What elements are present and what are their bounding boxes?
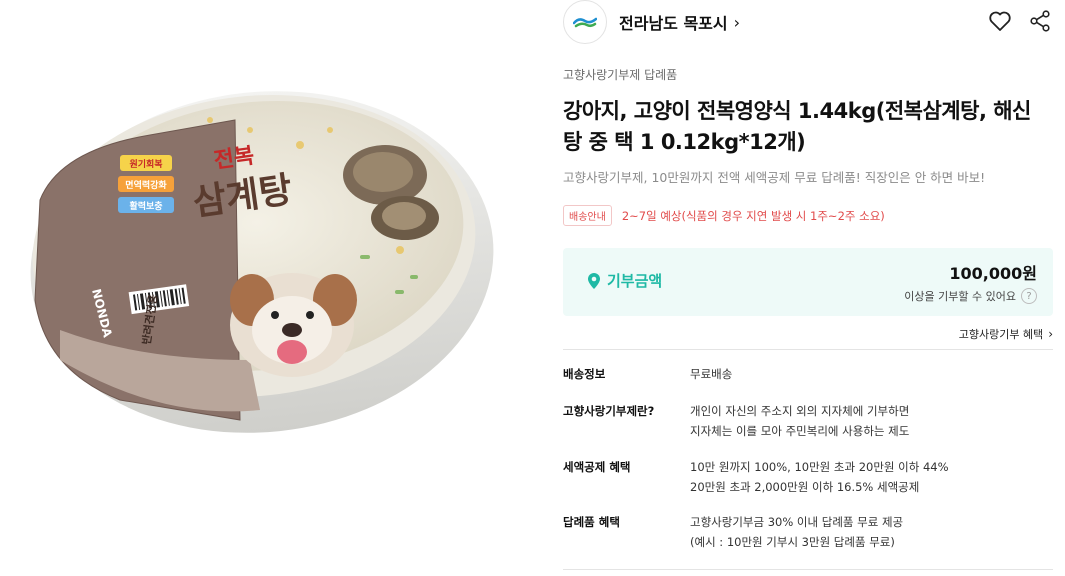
- donation-note-text: 이상을 기부할 수 있어요: [904, 290, 1016, 303]
- benefit-link[interactable]: 고향사랑기부 혜택 ›: [959, 326, 1053, 342]
- info-line: 20만원 초과 2,000만원 이하 16.5% 세액공제: [690, 480, 920, 494]
- info-label: 배송정보: [563, 367, 606, 381]
- image-tag-2: 면역력강화: [125, 179, 167, 191]
- product-image-panel: 전복 삼계탕 원기회복 면역력강화 활력보충 NONDA 반려견전용: [0, 0, 540, 576]
- divider: [563, 569, 1053, 570]
- info-value: 무료배송: [690, 364, 732, 384]
- donation-amount: 100,000원: [949, 264, 1037, 283]
- info-line: 10만 원까지 100%, 10만원 초과 20만원 이하 44%: [690, 460, 949, 474]
- top-actions: [987, 8, 1053, 34]
- info-line: 무료배송: [690, 367, 733, 381]
- seller-name: 전라남도 목포시: [619, 14, 728, 33]
- info-line: 지자체는 이를 모아 주민복리에 사용하는 제도: [690, 424, 910, 438]
- donation-note: 이상을 기부할 수 있어요 ?: [904, 288, 1037, 304]
- info-value: 10만 원까지 100%, 10만원 초과 20만원 이하 44% 20만원 초…: [690, 457, 949, 497]
- location-pin-icon: [588, 272, 600, 289]
- delivery-text: 2~7일 예상(식품의 경우 지연 발생 시 1주~2주 소요): [621, 208, 885, 223]
- product-image: 전복 삼계탕 원기회복 면역력강화 활력보충 NONDA 반려견전용: [30, 91, 494, 433]
- divider: [563, 349, 1053, 350]
- donation-label: 기부금액: [587, 270, 662, 291]
- mokpo-logo-icon: [573, 17, 597, 28]
- delivery-badge: 배송안내: [563, 205, 612, 226]
- product-detail-panel: 전라남도 목포시 › 고향사랑기부제 답례품 강아지, 고양이 전복영양식 1.…: [563, 0, 1053, 576]
- info-label: 세액공제 혜택: [563, 460, 631, 474]
- help-icon[interactable]: ?: [1021, 288, 1037, 304]
- share-icon[interactable]: [1027, 8, 1053, 34]
- info-line: 고향사랑기부금 30% 이내 답례품 무료 제공: [690, 515, 904, 529]
- info-label: 답례품 혜택: [563, 515, 620, 529]
- delivery-info: 배송안내 2~7일 예상(식품의 경우 지연 발생 시 1주~2주 소요): [563, 205, 885, 226]
- heart-icon[interactable]: [987, 8, 1013, 34]
- donation-amount-box: 기부금액 100,000원 이상을 기부할 수 있어요 ?: [563, 248, 1053, 316]
- image-tag-3: 활력보충: [129, 200, 162, 212]
- chevron-right-icon: ›: [733, 12, 741, 32]
- product-category: 고향사랑기부제 답례품: [563, 68, 678, 82]
- info-line: (예시 : 10만원 기부시 3만원 답례품 무료): [690, 535, 895, 549]
- chevron-right-icon: ›: [1048, 327, 1053, 341]
- info-line: 개인이 자신의 주소지 외의 지자체에 기부하면: [690, 404, 910, 418]
- benefit-link-text: 고향사랑기부 혜택: [958, 328, 1044, 341]
- image-tag-1: 원기회복: [129, 158, 162, 170]
- product-title: 강아지, 고양이 전복영양식 1.44kg(전복삼계탕, 해신탕 중 택 1 0…: [563, 99, 1031, 154]
- info-label: 고향사랑기부제란?: [563, 404, 655, 418]
- seller-link[interactable]: 전라남도 목포시 ›: [563, 0, 740, 44]
- product-subtitle: 고향사랑기부제, 10만원까지 전액 세액공제 무료 답례품! 직장인은 안 하…: [563, 170, 986, 185]
- info-value: 개인이 자신의 주소지 외의 지자체에 기부하면 지자체는 이를 모아 주민복리…: [690, 401, 909, 441]
- donation-label-text: 기부금액: [607, 272, 663, 290]
- seller-logo: [563, 0, 607, 44]
- info-value: 고향사랑기부금 30% 이내 답례품 무료 제공 (예시 : 10만원 기부시 …: [690, 512, 903, 552]
